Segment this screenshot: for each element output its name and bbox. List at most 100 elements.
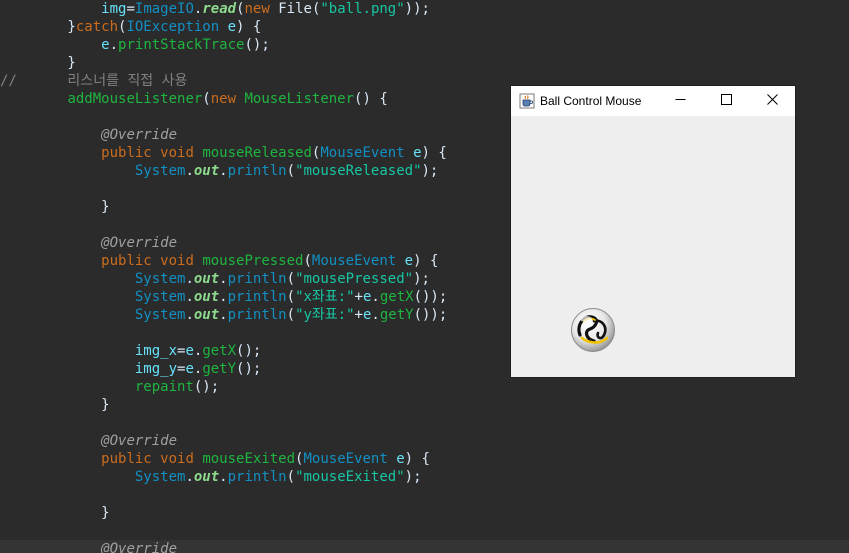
code-token: }	[0, 505, 110, 521]
code-token: out	[193, 469, 220, 485]
code-token: () {	[354, 91, 388, 107]
code-token: System	[134, 289, 186, 305]
code-token: (	[236, 1, 245, 17]
code-token: =	[126, 1, 135, 17]
code-token: printStackTrace	[118, 37, 245, 53]
code-token: println	[227, 289, 287, 305]
code-token: System	[134, 163, 186, 179]
code-token: (	[202, 91, 211, 107]
code-token: .	[185, 307, 194, 323]
code-line[interactable]: }	[0, 396, 849, 414]
code-token: ();	[236, 361, 262, 377]
ball-control-window[interactable]: Ball Control Mouse	[511, 86, 795, 377]
code-token: ();	[193, 379, 220, 395]
code-token: );	[421, 163, 439, 179]
ball-icon[interactable]	[570, 307, 616, 353]
code-token: e	[185, 343, 194, 359]
code-line[interactable]: }	[0, 54, 849, 72]
code-token: System	[134, 469, 186, 485]
code-token: println	[227, 469, 287, 485]
code-token: ();	[244, 37, 270, 53]
code-token: .	[219, 163, 228, 179]
code-line[interactable]: e.printStackTrace();	[0, 36, 849, 54]
code-token: out	[193, 307, 220, 323]
code-token: public	[101, 451, 152, 467]
code-token: out	[193, 163, 220, 179]
code-line[interactable]	[0, 522, 849, 540]
code-token: );	[404, 469, 422, 485]
code-line[interactable]: }catch(IOException e) {	[0, 18, 849, 36]
code-line[interactable]: }	[0, 504, 849, 522]
code-token: System	[134, 271, 186, 287]
code-token: (	[286, 271, 296, 287]
code-token: MouseEvent	[311, 253, 397, 269]
code-token: getY	[379, 307, 414, 323]
code-token: .	[371, 307, 380, 323]
code-token: @Override	[101, 127, 178, 143]
close-button[interactable]	[749, 86, 795, 116]
java-cup-icon	[519, 93, 535, 109]
code-token: MouseEvent	[320, 145, 405, 161]
code-token: .	[219, 271, 228, 287]
code-line[interactable]: public void mouseExited(MouseEvent e) {	[0, 450, 849, 468]
code-token: .	[219, 469, 228, 485]
code-line[interactable]: img=ImageIO.read(new File("ball.png"));	[0, 0, 849, 18]
code-token: ());	[413, 289, 448, 305]
code-token: ImageIO	[134, 1, 194, 17]
code-line[interactable]	[0, 414, 849, 432]
code-token: (	[286, 469, 296, 485]
code-token: mousePressed	[202, 253, 304, 269]
code-token: mouseExited	[202, 451, 296, 467]
code-line[interactable]: repaint();	[0, 378, 849, 396]
code-token: println	[227, 163, 287, 179]
code-token: read	[202, 1, 237, 17]
code-token: new	[244, 1, 270, 17]
code-token: .	[219, 289, 228, 305]
code-token: ) {	[421, 145, 447, 161]
code-token: ();	[236, 343, 262, 359]
code-token: +	[354, 307, 363, 323]
code-token: ) {	[236, 19, 262, 35]
window-title-bar[interactable]: Ball Control Mouse	[511, 86, 795, 116]
close-icon	[766, 92, 778, 110]
code-token: img_y	[134, 361, 178, 377]
code-token: void	[160, 145, 194, 161]
code-token: System	[134, 307, 186, 323]
code-token: "mouseExited"	[295, 469, 405, 485]
code-line[interactable]: System.out.println("mouseExited");	[0, 468, 849, 486]
code-token: e	[413, 145, 422, 161]
code-line[interactable]: @Override	[0, 432, 849, 450]
maximize-button[interactable]	[703, 86, 749, 116]
code-token: e	[185, 361, 194, 377]
code-line[interactable]: @Override	[0, 540, 849, 553]
code-token: getX	[202, 343, 237, 359]
code-token: }	[0, 199, 110, 215]
maximize-icon	[720, 92, 732, 110]
code-token: .	[185, 163, 194, 179]
window-canvas[interactable]	[511, 116, 795, 377]
code-token: println	[227, 271, 287, 287]
code-token: .	[185, 289, 194, 305]
minimize-button[interactable]	[657, 86, 703, 116]
code-token: }	[0, 397, 110, 413]
code-token: "mouseReleased"	[295, 163, 422, 179]
code-token: ());	[413, 307, 448, 323]
code-token: void	[160, 451, 194, 467]
code-token: "ball.png"	[320, 1, 405, 17]
code-line[interactable]	[0, 486, 849, 504]
